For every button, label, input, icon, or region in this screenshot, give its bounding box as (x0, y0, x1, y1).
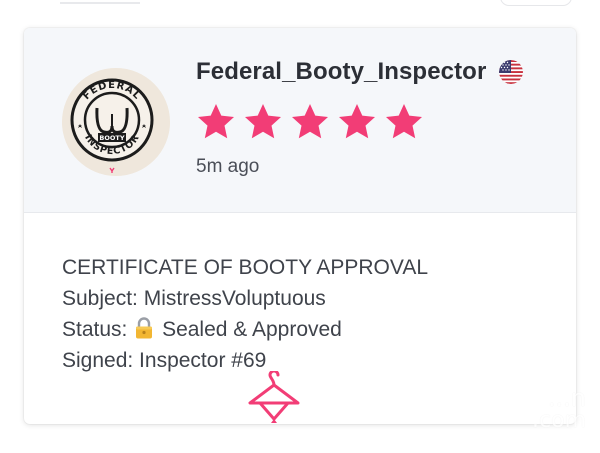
star-icon (386, 104, 422, 139)
status-label: Status: (62, 318, 128, 341)
watermark-line-1: ...n (547, 384, 586, 412)
hanger-logo-icon (248, 371, 300, 423)
review-timestamp: 5m ago (196, 156, 260, 177)
star-icon (339, 104, 375, 139)
avatar[interactable]: FEDERAL INSPECTOR BOOTY (62, 68, 170, 176)
previous-card-pill-fragment (500, 0, 572, 6)
review-header: FEDERAL INSPECTOR BOOTY Federal_Booty_In… (24, 28, 576, 213)
star-icon (292, 104, 328, 139)
us-flag-icon (499, 60, 524, 84)
lock-icon (136, 317, 153, 339)
star-icon (245, 104, 281, 139)
review-line-title: CERTIFICATE OF BOOTY APPROVAL (62, 256, 429, 279)
site-watermark: ...n .com (532, 386, 586, 432)
review-line-signed: Signed: Inspector #69 (62, 349, 267, 372)
watermark-line-2: .com (532, 408, 586, 433)
reviewer-username[interactable]: Federal_Booty_Inspector (196, 58, 486, 86)
previous-card-edge (0, 0, 600, 14)
federal-booty-inspector-badge-logo: FEDERAL INSPECTOR BOOTY (62, 68, 170, 176)
svg-text:BOOTY: BOOTY (99, 134, 124, 142)
star-rating (196, 102, 431, 142)
previous-card-text-fragment (60, 0, 140, 4)
review-line-subject: Subject: MistressVoluptuous (62, 287, 326, 310)
status-value: Sealed & Approved (162, 318, 342, 341)
review-line-status: Status: Sealed & Approved (62, 314, 542, 345)
review-body: CERTIFICATE OF BOOTY APPROVAL Subject: M… (62, 252, 542, 376)
star-icon (198, 104, 234, 139)
username-row: Federal_Booty_Inspector (196, 58, 524, 86)
review-card: FEDERAL INSPECTOR BOOTY Federal_Booty_In… (24, 28, 576, 424)
